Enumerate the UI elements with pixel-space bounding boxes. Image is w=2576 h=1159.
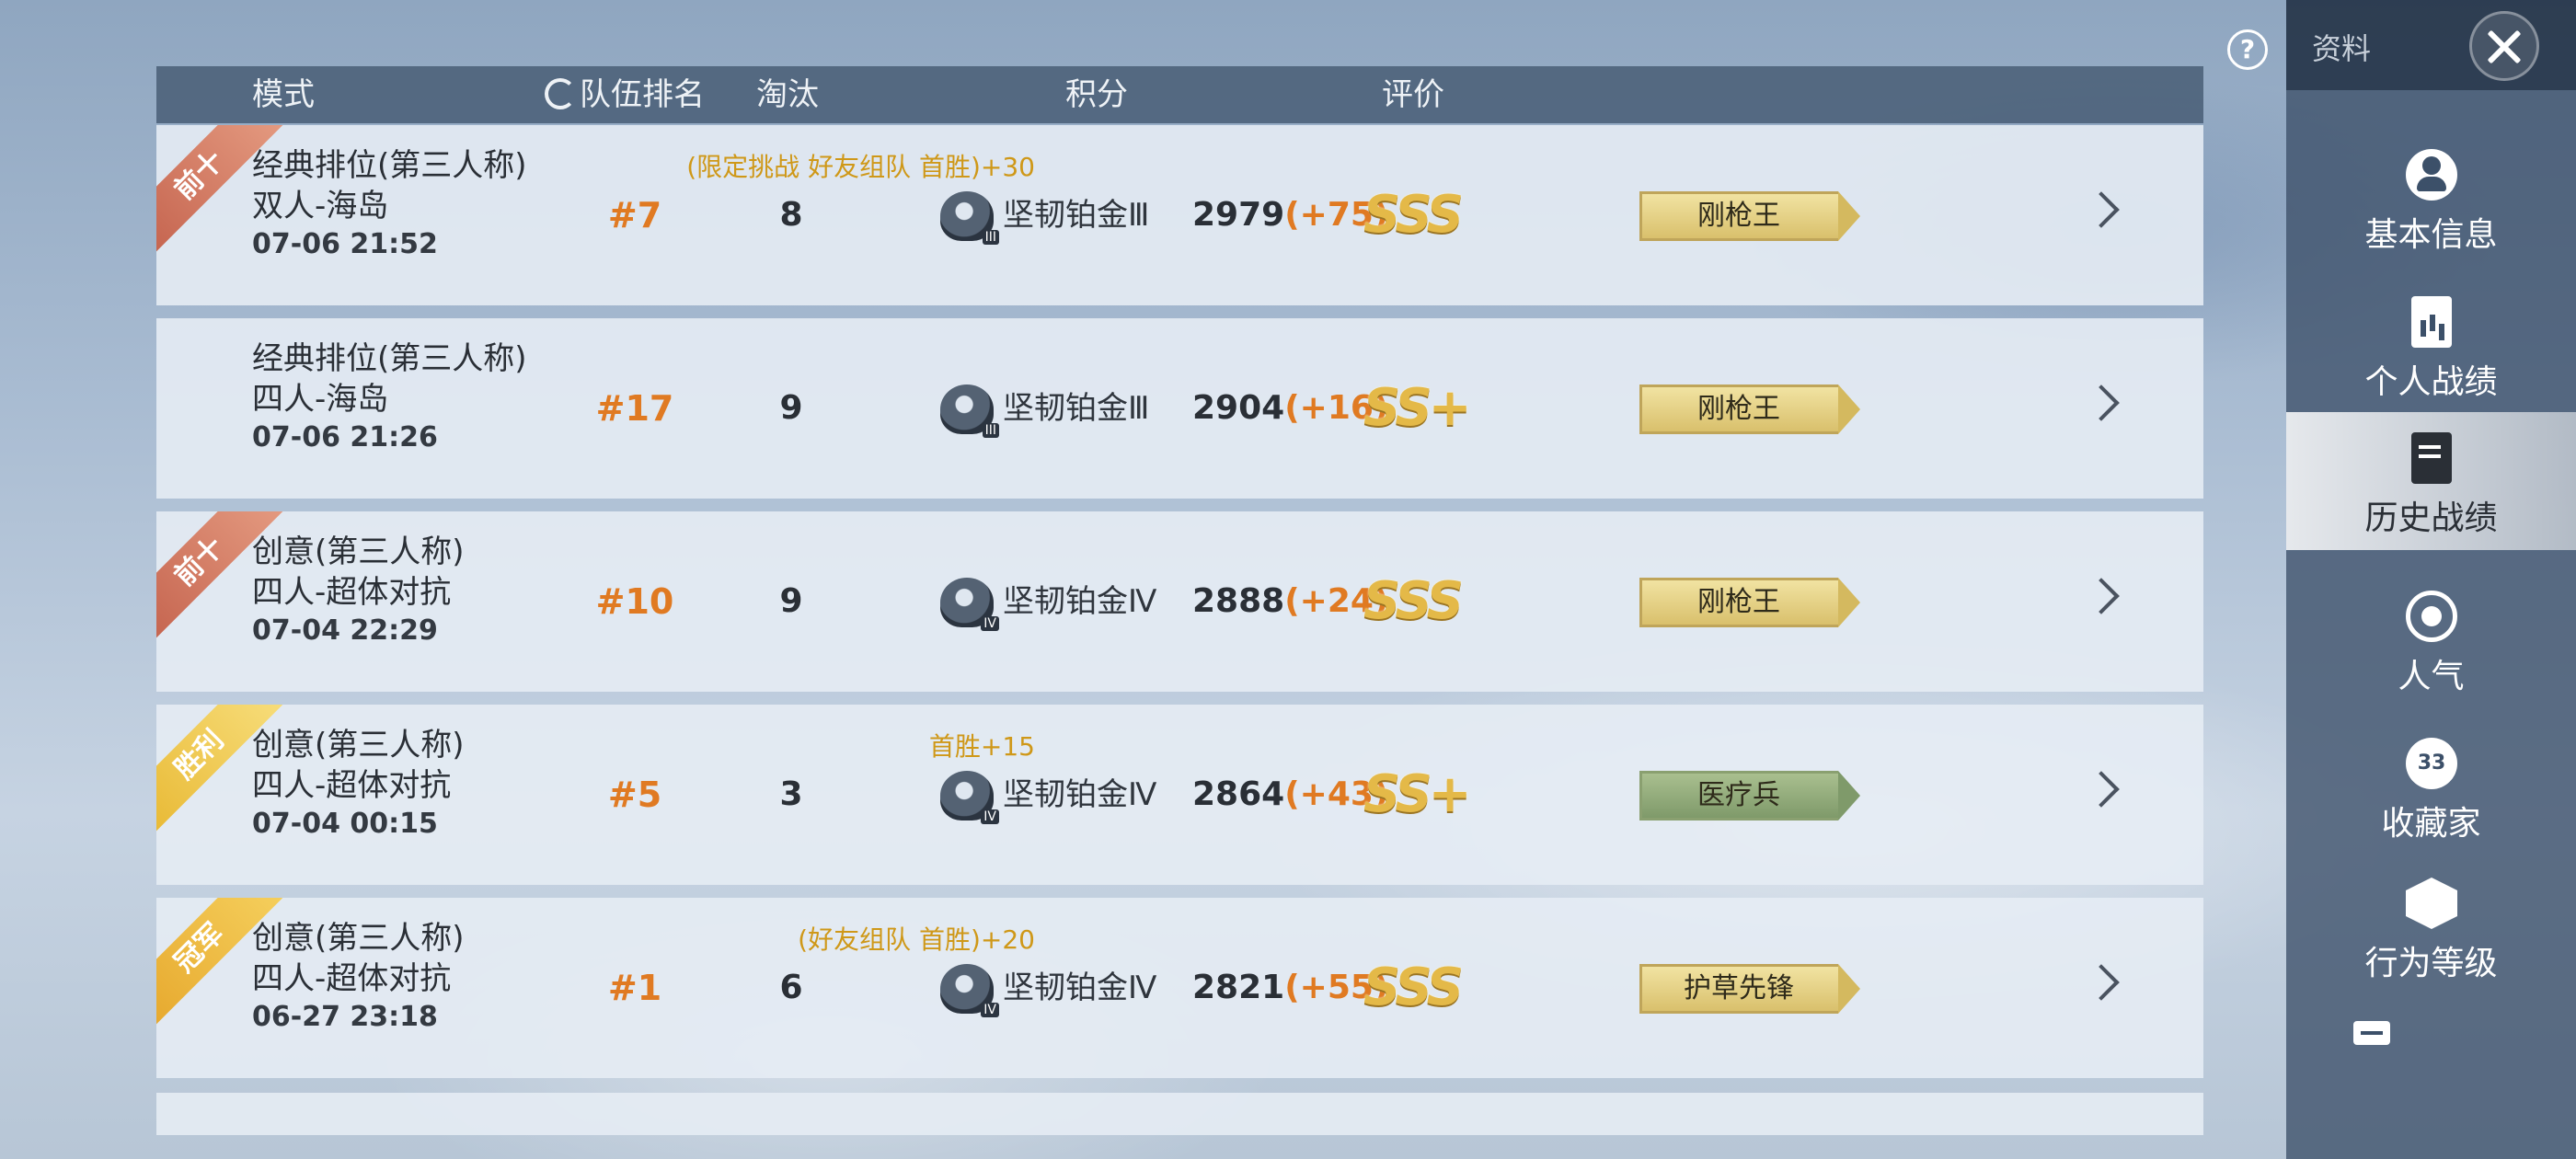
- sidebar-item-basic-info[interactable]: 基本信息: [2286, 129, 2576, 267]
- sidebar-item-personal-stats[interactable]: 个人战绩: [2286, 276, 2576, 414]
- score: 2821(+55): [1192, 969, 1389, 1006]
- sidebar-item-label: 个人战绩: [2364, 363, 2498, 401]
- title-badge: 医疗兵: [1639, 771, 1860, 820]
- team-rank: #17: [595, 388, 674, 429]
- kills: 9: [779, 389, 803, 427]
- match-row[interactable]: 冠军 创意(第三人称) 四人-超体对抗 06-27 23:18 #1 6 (好友…: [156, 898, 2203, 1078]
- grade-badge: SS+: [1363, 378, 1472, 438]
- match-date: 07-04 00:15: [252, 808, 438, 840]
- sidebar-header: 资料: [2286, 0, 2576, 90]
- more-icon[interactable]: [2353, 1021, 2390, 1045]
- match-row[interactable]: 经典排位(第三人称) 四人-海岛 07-06 21:26 #17 9 III 坚…: [156, 318, 2203, 499]
- match-date: 07-06 21:26: [252, 421, 438, 453]
- mode-name: 创意(第三人称): [252, 727, 465, 763]
- tier-name: 坚韧铂金Ⅲ: [1003, 390, 1150, 427]
- title-badge: 刚枪王: [1639, 191, 1860, 241]
- sidebar-item-label: 基本信息: [2364, 216, 2498, 254]
- sidebar-item-popularity[interactable]: 人气: [2286, 570, 2576, 708]
- help-icon[interactable]: ?: [2227, 29, 2268, 70]
- team-rank: #7: [607, 195, 662, 235]
- header-team-rank: 队伍排名: [545, 66, 705, 123]
- mode-block: 经典排位(第三人称) 四人-海岛 07-06 21:26: [252, 339, 527, 456]
- kills: 3: [779, 775, 803, 813]
- mode-map: 四人-超体对抗: [252, 574, 452, 611]
- sidebar-item-label: 历史战绩: [2364, 499, 2498, 537]
- table-header: 模式 队伍排名 淘汰 积分 评价: [156, 66, 2203, 123]
- chevron-right-icon[interactable]: [2083, 964, 2120, 1001]
- title-badge: 刚枪王: [1639, 384, 1860, 434]
- header-kills: 淘汰: [756, 76, 819, 113]
- tier-name: 坚韧铂金Ⅲ: [1003, 197, 1150, 234]
- user-icon: [2406, 149, 2457, 201]
- header-mode: 模式: [252, 76, 315, 113]
- sidebar-item-label: 人气: [2398, 658, 2465, 695]
- team-rank: #5: [607, 775, 662, 815]
- sidebar-item-behavior[interactable]: 行为等级: [2286, 857, 2576, 995]
- match-row[interactable]: 前十 经典排位(第三人称) 双人-海岛 07-06 21:52 #7 8 (限定…: [156, 125, 2203, 305]
- mode-block: 创意(第三人称) 四人-超体对抗 06-27 23:18: [252, 918, 465, 1036]
- mode-map: 四人-海岛: [252, 381, 389, 418]
- collector-icon: 33: [2406, 738, 2457, 789]
- chevron-right-icon[interactable]: [2083, 384, 2120, 421]
- sidebar: 资料 基本信息 个人战绩 历史战绩 人气 33 收藏家 行为等级: [2286, 0, 2576, 1159]
- mode-map: 四人-超体对抗: [252, 960, 452, 997]
- tier-icon: IV: [940, 964, 999, 1017]
- grade-badge: SS+: [1363, 764, 1472, 824]
- match-date: 06-27 23:18: [252, 1001, 438, 1033]
- score: 2888(+24): [1192, 582, 1389, 620]
- chevron-right-icon[interactable]: [2083, 771, 2120, 808]
- title-badge: 护草先锋: [1639, 964, 1860, 1014]
- grade-badge: SSS: [1363, 571, 1464, 631]
- tier-icon: IV: [940, 771, 999, 824]
- score: 2864(+43): [1192, 775, 1389, 813]
- behavior-icon: [2406, 878, 2457, 929]
- header-score: 积分: [1065, 76, 1128, 113]
- tier-icon: III: [940, 191, 999, 245]
- tier-icon: IV: [940, 578, 999, 631]
- mode-block: 创意(第三人称) 四人-超体对抗 07-04 00:15: [252, 725, 465, 843]
- match-row[interactable]: 前十 创意(第三人称) 四人-超体对抗 07-04 22:29 #10 9 IV…: [156, 511, 2203, 692]
- grade-badge: SSS: [1363, 958, 1464, 1017]
- mode-name: 创意(第三人称): [252, 920, 465, 957]
- title-badge: 刚枪王: [1639, 578, 1860, 627]
- tier-name: 坚韧铂金Ⅳ: [1003, 970, 1157, 1006]
- mode-block: 创意(第三人称) 四人-超体对抗 07-04 22:29: [252, 532, 465, 649]
- mode-name: 经典排位(第三人称): [252, 147, 527, 184]
- mode-block: 经典排位(第三人称) 双人-海岛 07-06 21:52: [252, 145, 527, 263]
- chevron-right-icon[interactable]: [2083, 578, 2120, 614]
- match-row[interactable]: 胜利 创意(第三人称) 四人-超体对抗 07-04 00:15 #5 3 首胜+…: [156, 705, 2203, 885]
- refresh-icon[interactable]: [545, 78, 576, 109]
- close-button[interactable]: [2469, 11, 2539, 81]
- bonus-text: (好友组队 首胜)+20: [798, 924, 1035, 955]
- header-rating: 评价: [1382, 76, 1444, 113]
- mode-name: 创意(第三人称): [252, 534, 465, 570]
- score: 2904(+16): [1192, 389, 1389, 427]
- sidebar-item-label: 收藏家: [2381, 805, 2481, 843]
- match-row-partial[interactable]: [156, 1093, 2203, 1135]
- tier-icon: III: [940, 384, 999, 438]
- tier-name: 坚韧铂金Ⅳ: [1003, 583, 1157, 620]
- team-rank: #1: [607, 968, 662, 1008]
- mode-map: 四人-超体对抗: [252, 767, 452, 804]
- history-icon: [2411, 432, 2452, 484]
- match-date: 07-04 22:29: [252, 614, 438, 647]
- mode-map: 双人-海岛: [252, 188, 389, 224]
- popularity-icon: [2406, 591, 2457, 642]
- mode-name: 经典排位(第三人称): [252, 340, 527, 377]
- stats-icon: [2411, 296, 2452, 348]
- bonus-text: (限定挑战 好友组队 首胜)+30: [686, 152, 1035, 182]
- sidebar-title: 资料: [2312, 31, 2372, 66]
- sidebar-item-history[interactable]: 历史战绩: [2286, 412, 2576, 550]
- team-rank: #10: [595, 581, 674, 622]
- sidebar-item-collector[interactable]: 33 收藏家: [2286, 717, 2576, 855]
- score: 2979(+75): [1192, 196, 1389, 234]
- chevron-right-icon[interactable]: [2083, 191, 2120, 228]
- match-date: 07-06 21:52: [252, 228, 438, 260]
- kills: 9: [779, 582, 803, 620]
- grade-badge: SSS: [1363, 185, 1464, 245]
- tier-name: 坚韧铂金Ⅳ: [1003, 776, 1157, 813]
- sidebar-item-label: 行为等级: [2364, 945, 2498, 982]
